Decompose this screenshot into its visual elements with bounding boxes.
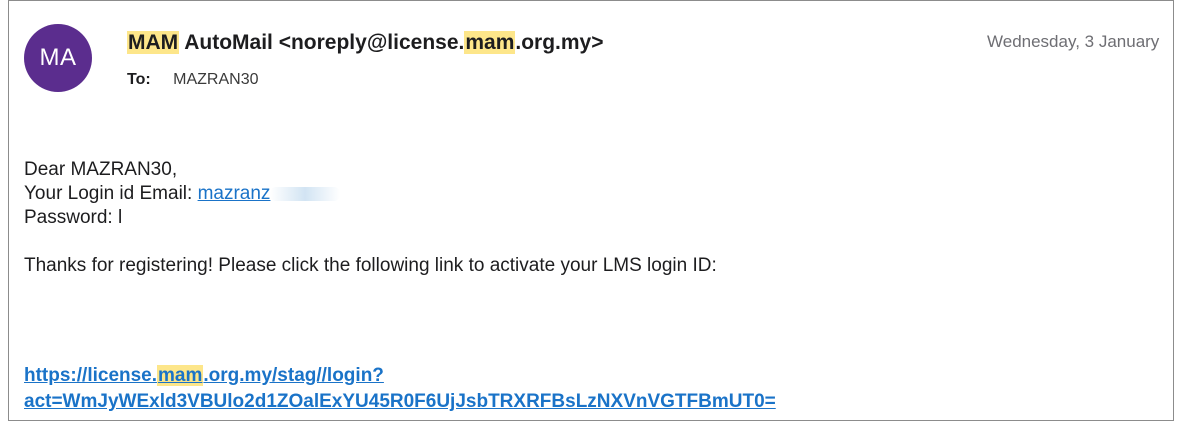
sender-name-text: AutoMail <noreply@license. (179, 31, 465, 54)
login-line: Your Login id Email: mazranz (24, 182, 717, 206)
avatar-initials: MA (39, 44, 77, 71)
activation-link-line1: https://license.mam.org.my/stag//login? (24, 363, 776, 389)
to-label: To: (127, 71, 151, 88)
activation-link-line2: act=WmJyWExld3VBUlo2d1ZOalExYU45R0F6UjJs… (24, 391, 776, 412)
password-label: Password: (24, 207, 118, 228)
sender-domain-text: .org.my> (515, 31, 604, 54)
activation-link-path: .org.my/stag//login? (203, 365, 384, 386)
email-message: MA MAM AutoMail <noreply@license.mam.org… (8, 0, 1174, 421)
sender-name[interactable]: MAM AutoMail <noreply@license.mam.org.my… (127, 31, 604, 55)
recipient-name[interactable]: MAZRAN30 (173, 71, 258, 88)
activation-link-prefix: https://license. (24, 365, 158, 386)
activation-link-highlight: mam (157, 365, 204, 386)
login-email-link[interactable]: mazranz (198, 183, 271, 204)
greeting: Dear MAZRAN30, (24, 159, 178, 180)
sender-name-highlight: MAM (127, 31, 180, 54)
activation-link[interactable]: https://license.mam.org.my/stag//login? … (24, 363, 776, 415)
redaction-smudge (270, 186, 341, 201)
password-value: l (117, 207, 123, 228)
message-date: Wednesday, 3 January (987, 32, 1160, 51)
sender-avatar[interactable]: MA (24, 24, 92, 92)
sender-domain-highlight: mam (464, 31, 516, 54)
password-line: Password: l (24, 206, 717, 230)
login-label: Your Login id Email: (24, 183, 198, 204)
message-body: Dear MAZRAN30, Your Login id Email: mazr… (24, 158, 717, 278)
message-text: Thanks for registering! Please click the… (24, 255, 717, 276)
recipient-row: To: MAZRAN30 (127, 71, 259, 89)
